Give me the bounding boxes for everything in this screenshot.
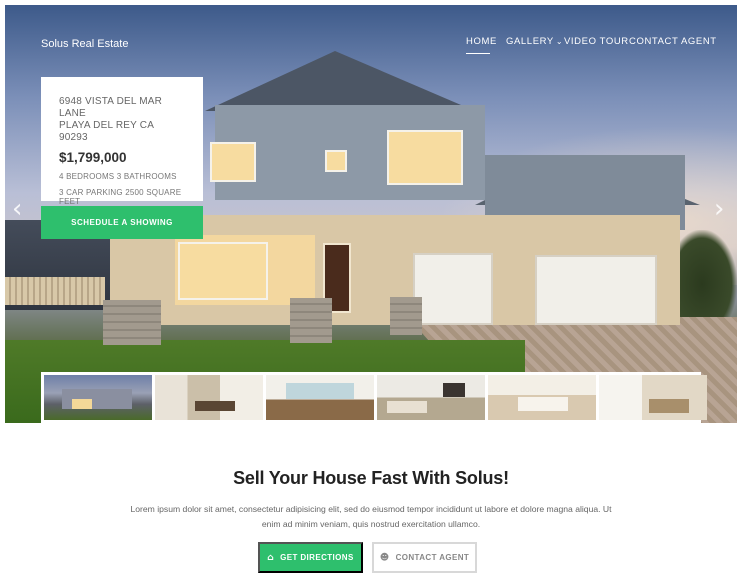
section-body: Lorem ipsum dolor sit amet, consectetur … [130,504,612,529]
thumbnail-strip [41,372,707,423]
stone-pillar [103,300,161,345]
chevron-left-icon[interactable]: ‹ [12,196,22,222]
thumbnail-kitchen[interactable] [155,375,263,420]
chevron-down-icon: ⌄ [555,37,564,46]
listing-specs-2: 3 CAR PARKING 2500 SQUARE FEET [59,188,182,206]
stone-pillar [290,298,332,343]
contact-agent-button[interactable]: ☻ CONTACT AGENT [372,542,477,573]
roof-main [205,51,475,111]
fence [5,277,105,305]
address-line-2: PLAYA DEL REY CA 90293 [59,120,154,143]
home-icon: ⌂ [267,552,275,563]
nav-gallery-label: GALLERY [506,36,554,47]
house-window [387,130,463,185]
garage-door [413,253,493,325]
thumbnail-living-room[interactable] [377,375,485,420]
get-directions-button[interactable]: ⌂ GET DIRECTIONS [258,542,363,573]
house-window [178,242,268,300]
nav-contact-agent[interactable]: CONTACT AGENT [629,36,717,47]
chevron-right-icon[interactable]: › [714,196,724,222]
user-icon: ☻ [379,552,390,563]
nav-video-tour[interactable]: VIDEO TOUR [564,36,629,47]
get-directions-label: GET DIRECTIONS [280,553,354,562]
thumbnail-room[interactable] [599,375,707,420]
nav-gallery[interactable]: GALLERY ⌄ [506,36,563,47]
house-window [325,150,347,172]
thumbnail-exterior[interactable] [44,375,152,420]
thumbnail-bedroom[interactable] [488,375,596,420]
schedule-showing-button[interactable]: SCHEDULE A SHOWING [41,206,203,239]
garage-door [535,255,657,325]
nav-active-indicator [466,53,490,54]
listing-card: 6948 VISTA DEL MAR LANE PLAYA DEL REY CA… [41,77,203,206]
contact-agent-label: CONTACT AGENT [395,553,470,562]
listing-price: $1,799,000 [59,150,127,165]
house-window [210,142,256,182]
thumbnail-dining[interactable] [266,375,374,420]
section-headline: Sell Your House Fast With Solus! [233,468,509,488]
address-line-1: 6948 VISTA DEL MAR LANE [59,96,163,119]
listing-specs-1: 4 BEDROOMS 3 BATHROOMS [59,172,177,181]
nav-home[interactable]: HOME [466,36,497,47]
brand-logo[interactable]: Solus Real Estate [41,38,128,50]
stone-pillar [390,297,422,335]
